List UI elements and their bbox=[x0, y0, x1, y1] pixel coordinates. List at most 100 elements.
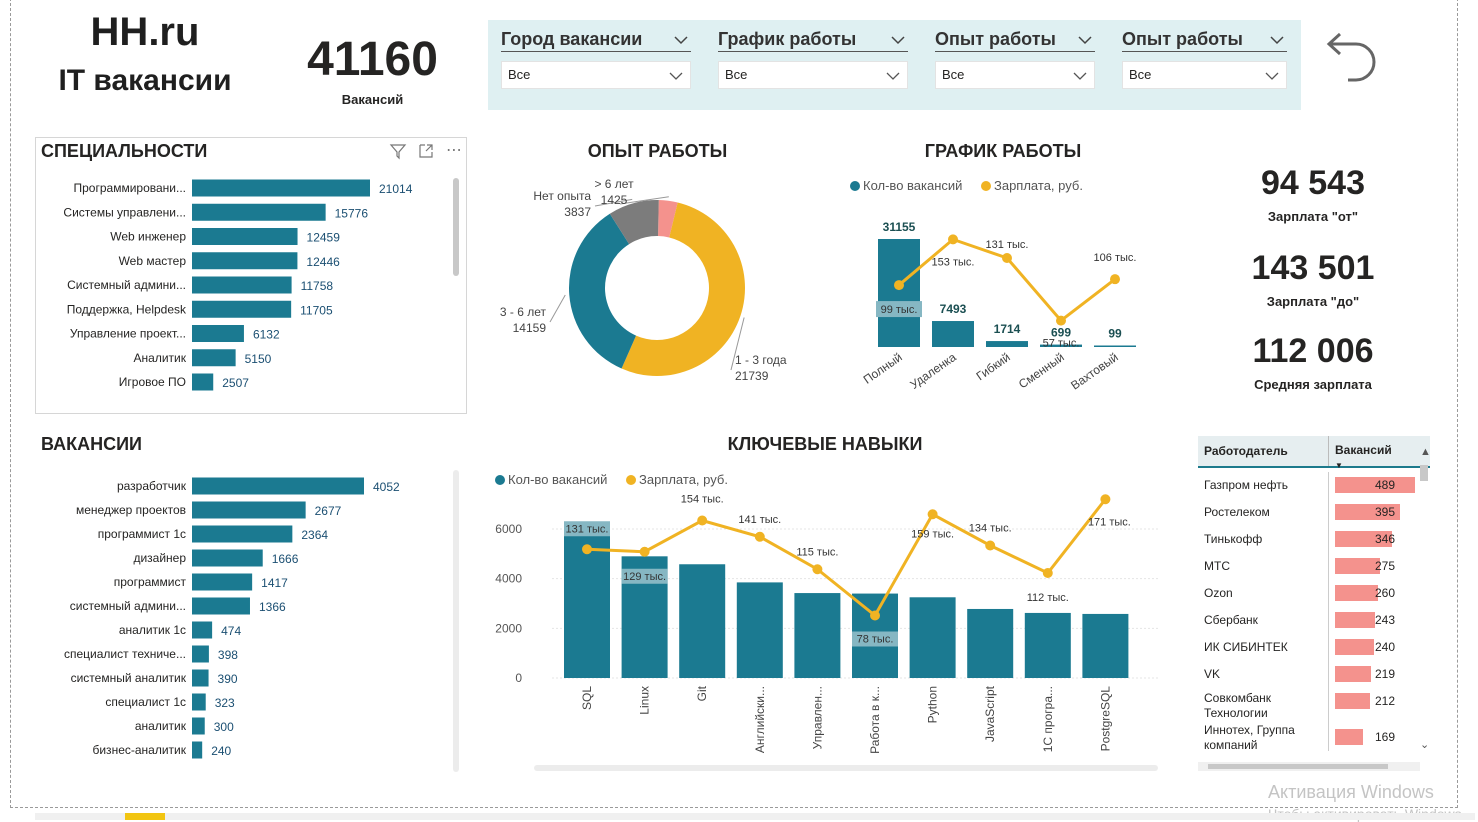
skills-salary-point bbox=[639, 546, 650, 557]
table-row[interactable]: VK 219 bbox=[1198, 661, 1430, 688]
specialty-category-label: Программировани... bbox=[74, 181, 187, 195]
schedule-salary-line bbox=[898, 237, 1116, 323]
vacancies-value: 260 bbox=[1375, 586, 1396, 600]
vacancies-chart: разработчик 4052 менеджер проектов 2677 прог… bbox=[64, 477, 400, 759]
scroll-up-icon[interactable]: ▲ bbox=[1420, 446, 1431, 458]
chevron-down-icon bbox=[1264, 62, 1280, 88]
skills-salary-point bbox=[927, 509, 938, 520]
vacancy-data-label: 1666 bbox=[272, 552, 299, 566]
vacancy-data-label: 2677 bbox=[315, 504, 342, 518]
legend-marker bbox=[981, 181, 991, 191]
schedule-bar bbox=[932, 321, 974, 347]
col-employer-header[interactable]: Работодатель bbox=[1198, 436, 1328, 466]
slicer-dropdown[interactable]: Все bbox=[1122, 61, 1287, 89]
donut-slice-value: 14159 bbox=[513, 321, 547, 335]
specialties-title: СПЕЦИАЛЬНОСТИ bbox=[41, 141, 208, 161]
vacancy-bar bbox=[192, 573, 253, 591]
table-row[interactable]: Ростелеком 395 bbox=[1198, 499, 1430, 526]
table-row[interactable]: ИК СИБИНТЕК 240 bbox=[1198, 634, 1430, 661]
skills-category-label: Linux bbox=[638, 686, 652, 715]
specialty-data-label: 11758 bbox=[301, 279, 334, 293]
specialty-category-label: Аналитик bbox=[134, 351, 187, 365]
specialty-data-label: 12459 bbox=[307, 231, 341, 245]
table-row[interactable]: Тинькофф 346 bbox=[1198, 526, 1430, 553]
skills-category-label: Python bbox=[926, 686, 940, 723]
chevron-down-icon bbox=[1072, 62, 1088, 88]
schedule-title: ГРАФИК РАБОТЫ bbox=[924, 141, 1082, 161]
vacancies-databar bbox=[1335, 639, 1375, 655]
employers-hscrollbar[interactable] bbox=[1198, 762, 1420, 771]
vacancies-value: 219 bbox=[1375, 667, 1396, 681]
specialty-bar bbox=[192, 252, 298, 270]
vacancies-cell: 395 bbox=[1328, 499, 1420, 526]
slicer-experience-2[interactable]: Опыт работы Все bbox=[1122, 28, 1287, 89]
vacancies-value: 169 bbox=[1375, 730, 1396, 744]
kpi-average-salary: 112 006 Средняя зарплата bbox=[1213, 332, 1413, 392]
table-row[interactable]: Иннотех, Группа компаний 169 bbox=[1198, 723, 1430, 752]
table-row[interactable]: Газпром нефть 489 bbox=[1198, 472, 1430, 499]
employer-name-cell: Тинькофф bbox=[1204, 532, 1263, 546]
vacancy-bar bbox=[192, 525, 293, 543]
vacancies-cell: 243 bbox=[1328, 607, 1420, 634]
schedule-category-label: Гибкий bbox=[974, 350, 1013, 383]
legend-marker bbox=[626, 475, 636, 485]
skills-category-label: JavaScript bbox=[983, 685, 997, 742]
slicer-dropdown[interactable]: Все bbox=[718, 61, 908, 89]
donut-slice-label: 3 - 6 лет bbox=[500, 305, 547, 319]
table-row[interactable]: Сбербанк 243 bbox=[1198, 607, 1430, 634]
table-row[interactable]: Совкомбанк Технологии 212 bbox=[1198, 688, 1430, 724]
focus-mode-icon[interactable] bbox=[417, 142, 435, 165]
vacancy-bar bbox=[192, 621, 213, 639]
col-vacancies-header[interactable]: Вакансий ▼ bbox=[1328, 436, 1420, 470]
vacancy-category-label: аналитик 1с bbox=[119, 623, 186, 637]
specialties-chart: Программировани... 21014 Системы управлени… bbox=[63, 179, 413, 391]
vacancies-value: 395 bbox=[1375, 505, 1396, 519]
vacancies-value: 489 bbox=[1375, 478, 1396, 492]
schedule-bar-label: 7493 bbox=[940, 302, 967, 316]
skills-category-label: 1С програ... bbox=[1041, 686, 1055, 752]
legend-marker bbox=[850, 181, 860, 191]
kpi-caption: Средняя зарплата bbox=[1254, 377, 1372, 392]
employers-rows: Газпром нефть 489 Ростелеком 395 Тинькофф 346… bbox=[1198, 468, 1430, 752]
legend-label: Кол-во вакансий bbox=[863, 178, 962, 193]
vacancies-cell: 240 bbox=[1328, 634, 1420, 661]
vacancies-cell: 489 bbox=[1328, 472, 1420, 499]
skills-scrollbar[interactable] bbox=[534, 765, 1158, 771]
slicer-experience[interactable]: Опыт работы Все bbox=[935, 28, 1095, 89]
specialty-category-label: Web мастер bbox=[119, 254, 187, 268]
employers-scrollbar[interactable] bbox=[1420, 465, 1428, 481]
donut-slice-label: Нет опыта bbox=[533, 189, 591, 203]
specialty-bar bbox=[192, 179, 370, 197]
slicer-dropdown[interactable]: Все bbox=[935, 61, 1095, 89]
slicer-city[interactable]: Город вакансии Все bbox=[501, 28, 691, 89]
active-page-tab[interactable] bbox=[125, 813, 165, 820]
schedule-salary-point bbox=[1110, 274, 1120, 285]
skills-category-label: SQL bbox=[580, 686, 594, 710]
page-tab-bar[interactable] bbox=[35, 813, 1475, 820]
vacancies-cell: 346 bbox=[1328, 526, 1420, 553]
specialty-bar bbox=[192, 373, 214, 391]
table-row[interactable]: Ozon 260 bbox=[1198, 580, 1430, 607]
skills-y-tick: 0 bbox=[515, 671, 522, 685]
chevron-down-icon[interactable] bbox=[1077, 28, 1093, 50]
filter-icon[interactable] bbox=[389, 142, 407, 165]
vacancy-category-label: аналитик bbox=[135, 719, 187, 733]
slicer-schedule[interactable]: График работы Все bbox=[718, 28, 908, 89]
skills-bar bbox=[967, 608, 1014, 678]
employer-name-cell: Газпром нефть bbox=[1204, 478, 1288, 492]
chevron-down-icon[interactable] bbox=[890, 28, 906, 50]
back-arrow-icon[interactable] bbox=[1322, 26, 1382, 86]
vacancies-databar bbox=[1335, 585, 1378, 601]
chevron-down-icon[interactable] bbox=[1269, 28, 1285, 50]
table-row[interactable]: МТС 275 bbox=[1198, 553, 1430, 580]
chevron-down-icon[interactable] bbox=[673, 28, 689, 50]
more-options-icon[interactable]: ⋯ bbox=[446, 140, 462, 160]
skills-salary-point bbox=[1100, 494, 1111, 505]
slicer-dropdown[interactable]: Все bbox=[501, 61, 691, 89]
vacancy-bar bbox=[192, 717, 205, 735]
filter-bar: Город вакансии Все График работы Все Опы… bbox=[488, 20, 1301, 110]
scroll-down-icon[interactable]: ⌄ bbox=[1420, 738, 1429, 751]
kpi-caption: Зарплата "до" bbox=[1266, 294, 1360, 309]
report-title: HH.ru bbox=[90, 10, 200, 54]
vacancy-category-label: специалист 1с bbox=[105, 695, 186, 709]
